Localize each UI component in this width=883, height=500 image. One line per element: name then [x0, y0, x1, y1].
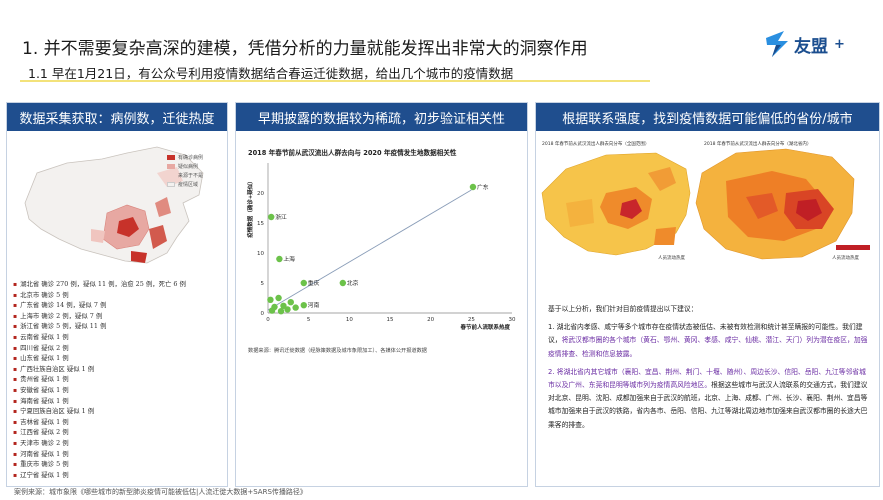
subtitle-highlight: 1.1 早在1月21日，有公众号利用疫情数据结合春运迁徙数据，给出几个城市的疫情… — [20, 62, 650, 82]
panel-data-collection: 数据采集获取：病例数，迁徙热度 有确诊病例 疑似病例 来源于不是 疫情区域 湖北… — [6, 102, 228, 487]
x-tick-label: 20 — [427, 317, 434, 323]
brand-name: 友盟 — [794, 36, 828, 57]
scatter-chart: 0 5 10 15 20 25 30 0 5 10 15 20 广东浙江上海重庆 北京河南春节前人流联系热… — [246, 163, 516, 331]
map-left-legend-label: 人员流动热度 — [658, 254, 685, 261]
x-tick-label: 30 — [509, 317, 516, 323]
point-label: 浙江 — [275, 213, 287, 221]
x-tick-label: 25 — [468, 317, 475, 323]
x-tick-label: 10 — [346, 317, 353, 323]
case-stat-item: 上海市 确诊 2 例，疑似 7 例 — [13, 311, 186, 322]
page-subtitle: 1.1 早在1月21日，有公众号利用疫情数据结合春运迁徙数据，给出几个城市的疫情… — [28, 66, 514, 81]
case-stat-item: 江西省 疑似 2 例 — [13, 427, 186, 438]
case-stat-item: 重庆市 确诊 5 例 — [13, 459, 186, 470]
y-axis-label: 疫情数据（确诊+疑似） — [246, 178, 254, 238]
case-stat-item: 天津市 确诊 2 例 — [13, 438, 186, 449]
case-stat-item: 辽宁省 疑似 1 例 — [13, 470, 186, 481]
case-stat-item: 湖北省 确诊 270 例，疑似 11 例，治愈 25 例，死亡 6 例 — [13, 279, 186, 290]
point-label: 河南 — [308, 301, 320, 309]
data-point — [292, 304, 299, 311]
case-stat-item: 广西壮族自治区 疑似 1 例 — [13, 364, 186, 375]
panel-correlation: 早期披露的数据较为稀疏，初步验证相关性 2018 年春节前从武汉流出人群去向与 … — [235, 102, 528, 487]
x-tick-label: 15 — [387, 317, 394, 323]
legend-item: 疫情区域 — [167, 180, 203, 189]
chart-source: 数据来源：腾讯迁徙数据（经脉策数据及城市象限加工）、各媒体公开报道数据 — [248, 348, 427, 354]
data-point — [275, 294, 282, 302]
x-tick-label: 0 — [266, 317, 270, 323]
data-point — [268, 213, 275, 221]
map-right-title: 2018 年春节前从武汉流出人群去向分布（湖北省内） — [704, 140, 811, 147]
brand-logo: 友盟 + — [764, 24, 845, 64]
data-point — [339, 279, 347, 287]
point-label: 上海 — [283, 255, 295, 263]
data-point — [276, 255, 283, 263]
footer-source: 案例来源：城市象限《哪些城市的新型肺炎疫情可能被低估|人流迁徙大数据+SARS传… — [14, 488, 307, 496]
x-tick-label: 5 — [307, 317, 311, 323]
data-point — [277, 308, 285, 315]
data-point — [469, 183, 477, 191]
panel-heading: 早期披露的数据较为稀疏，初步验证相关性 — [236, 103, 527, 131]
point-label: 北京 — [347, 279, 359, 287]
map-legend: 有确诊病例 疑似病例 来源于不是 疫情区域 — [167, 153, 203, 189]
legend-item: 疑似病例 — [167, 162, 203, 171]
panel-underestimated: 根据联系强度，找到疫情数据可能偏低的省份/城市 2018 年春节前从武汉流出人群… — [535, 102, 880, 487]
panel-heading: 根据联系强度，找到疫情数据可能偏低的省份/城市 — [536, 103, 879, 131]
case-stat-item: 浙江省 确诊 5 例，疑似 11 例 — [13, 321, 186, 332]
case-stat-item: 云南省 疑似 1 例 — [13, 332, 186, 343]
case-stat-item: 海南省 疑似 1 例 — [13, 396, 186, 407]
page-title: 1. 并不需要复杂高深的建模，凭借分析的力量就能发挥出非常大的洞察作用 — [22, 39, 588, 59]
data-point — [300, 302, 307, 309]
umeng-swallow-icon — [766, 31, 788, 57]
map-left-title: 2018 年春节前从武汉流出人群去向分布（全国范围） — [542, 140, 649, 147]
data-point — [284, 306, 291, 313]
brand-plus: + — [834, 36, 845, 52]
y-tick-label: 0 — [261, 311, 265, 317]
data-point — [300, 279, 307, 287]
point-label: 重庆 — [308, 279, 320, 287]
advice-intro: 基于以上分析，我们针对目前疫情提出以下建议： — [548, 305, 698, 313]
map-right-legend-label: 人员流动热度 — [832, 254, 859, 261]
case-stat-item: 四川省 疑似 2 例 — [13, 343, 186, 354]
case-stat-item: 北京市 确诊 5 例 — [13, 290, 186, 301]
panel-heading: 数据采集获取：病例数，迁徙热度 — [7, 103, 227, 131]
y-tick-label: 20 — [257, 191, 264, 197]
y-tick-label: 15 — [257, 221, 264, 227]
data-point — [267, 296, 274, 303]
y-tick-label: 10 — [257, 251, 264, 257]
case-stats-list: 湖北省 确诊 270 例，疑似 11 例，治愈 25 例，死亡 6 例北京市 确… — [13, 279, 186, 480]
case-stat-item: 吉林省 疑似 1 例 — [13, 417, 186, 428]
legend-item: 来源于不是 — [167, 171, 203, 180]
x-axis-label: 春节前人流联系热度 — [460, 323, 510, 331]
advice-item-1: 1. 湖北省内孝感、咸宁等多个城市存在疫情状态被低估、未被有效检测和统计甚至瞒报… — [548, 323, 868, 358]
case-stat-item: 广东省 确诊 14 例，疑似 7 例 — [13, 300, 186, 311]
point-label: 广东 — [477, 183, 489, 191]
data-point — [287, 299, 294, 306]
advice-item-2: 2. 将湖北省内其它城市（襄阳、宜昌、荆州、荆门、十堰、随州）、周边长沙、信阳、… — [548, 367, 868, 429]
case-stat-item: 贵州省 疑似 1 例 — [13, 374, 186, 385]
case-stat-item: 宁夏回族自治区 疑似 1 例 — [13, 406, 186, 417]
case-stat-item: 河南省 疑似 1 例 — [13, 449, 186, 460]
case-stat-item: 安徽省 疑似 1 例 — [13, 385, 186, 396]
legend-item: 有确诊病例 — [167, 153, 203, 162]
y-tick-label: 5 — [261, 281, 265, 287]
map-right-legend-bar — [836, 245, 870, 250]
data-point — [268, 307, 276, 314]
case-stat-item: 山东省 疑似 1 例 — [13, 353, 186, 364]
flow-maps: 2018 年春节前从武汉流出人群去向分布（全国范围） 人员流动热度 2018 年… — [541, 140, 870, 261]
advice-text: 基于以上分析，我们针对目前疫情提出以下建议： 1. 湖北省内孝感、咸宁等多个城市… — [548, 303, 870, 437]
trend-line — [267, 189, 472, 311]
